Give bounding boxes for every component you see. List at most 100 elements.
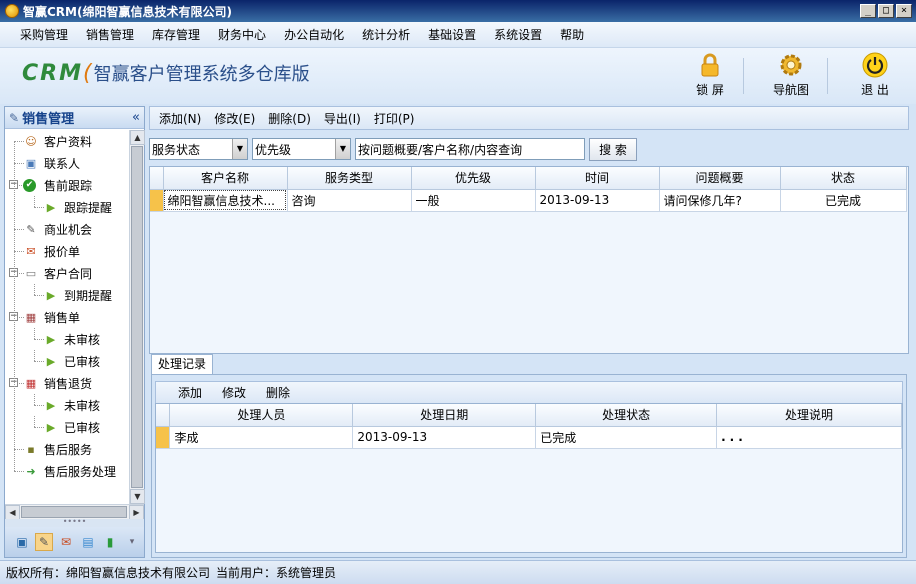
minimize-button[interactable]: _ [860, 4, 876, 18]
edit-record-button[interactable]: 修改 [222, 384, 246, 401]
menu-purchase[interactable]: 采购管理 [11, 26, 77, 43]
service-status-value: 服务状态 [152, 142, 201, 157]
maximize-button[interactable]: □ [878, 4, 894, 18]
scroll-right-arrow-icon[interactable]: ▶ [129, 505, 144, 520]
priority-select[interactable]: 优先级 ▼ [252, 138, 351, 160]
sidebar-item[interactable]: ➜ 售后服务处理 [5, 460, 129, 482]
column-header[interactable]: 处理日期 [352, 404, 537, 427]
search-input[interactable] [355, 138, 585, 160]
column-header[interactable]: 处理状态 [535, 404, 718, 427]
sidebar-item[interactable]: ▶ 已审核 [5, 416, 129, 438]
records-table: 处理人员 处理日期 处理状态 处理说明 李成 2013-09-13 已完成 ..… [155, 403, 903, 553]
contact-icon: ▣ [25, 156, 37, 170]
sidebar-item[interactable]: ▶ 已审核 [5, 350, 129, 372]
handle-date-cell[interactable]: 2013-09-13 [352, 426, 537, 449]
navigation-map-button[interactable]: 导航图 [761, 52, 821, 98]
export-button[interactable]: 导出(I) [324, 110, 361, 127]
scroll-down-arrow-icon[interactable]: ▼ [130, 489, 145, 504]
scroll-thumb[interactable] [131, 146, 143, 488]
sidebar-item[interactable]: − ▦ 销售退货 [5, 372, 129, 394]
pen-icon: ✎ [26, 222, 36, 236]
sidebar-vertical-scrollbar[interactable]: ▲ ▼ [129, 130, 145, 504]
issue-summary-cell[interactable]: 请问保修几年? [659, 189, 781, 212]
card-icon[interactable]: ▤ [79, 533, 97, 551]
chevron-down-icon[interactable]: ▼ [335, 139, 350, 159]
sidebar-item[interactable]: ✎ 商业机会 [5, 218, 129, 240]
menu-help[interactable]: 帮助 [551, 26, 593, 43]
edit-button[interactable]: 修改(E) [214, 110, 255, 127]
priority-cell[interactable]: 一般 [411, 189, 536, 212]
sidebar-item[interactable]: − ✔ 售前跟踪 [5, 174, 129, 196]
sidebar-item[interactable]: ▶ 未审核 [5, 394, 129, 416]
calendar-icon: ▦ [25, 310, 37, 324]
records-toolbar: 添加 修改 删除 [155, 381, 903, 403]
toolbar-divider [743, 58, 744, 94]
close-button[interactable]: × [896, 4, 912, 18]
sidebar-item[interactable]: ▪ 售后服务 [5, 438, 129, 460]
chart-icon[interactable]: ▮ [101, 533, 119, 551]
customer-name-cell[interactable]: 绵阳智赢信息技术... [163, 189, 288, 212]
sidebar-item-label: 未审核 [64, 332, 101, 347]
window-title: 智赢CRM(绵阳智赢信息技术有限公司) [23, 4, 232, 19]
scroll-left-arrow-icon[interactable]: ◀ [5, 505, 20, 520]
panel-resize-grip[interactable]: ••••• [5, 518, 144, 527]
column-header[interactable]: 处理人员 [169, 404, 354, 427]
monitor-icon[interactable]: ▣ [13, 533, 31, 551]
sidebar-item[interactable]: ✉ 报价单 [5, 240, 129, 262]
menu-statistics[interactable]: 统计分析 [353, 26, 419, 43]
sidebar-item[interactable]: ☺ 客户资料 [5, 130, 129, 152]
sidebar-item[interactable]: ▶ 未审核 [5, 328, 129, 350]
more-chevron-icon[interactable]: ▾ [123, 533, 141, 551]
menu-system-settings[interactable]: 系统设置 [485, 26, 551, 43]
pen-icon[interactable]: ✎ [35, 533, 53, 551]
sidebar-item[interactable]: ▣ 联系人 [5, 152, 129, 174]
service-status-select[interactable]: 服务状态 ▼ [149, 138, 248, 160]
current-user-text: 当前用户：系统管理员 [216, 566, 337, 580]
column-header[interactable]: 问题概要 [659, 167, 781, 190]
column-header[interactable]: 优先级 [411, 167, 536, 190]
sidebar-item[interactable]: − ▭ 客户合同 [5, 262, 129, 284]
scroll-up-arrow-icon[interactable]: ▲ [130, 130, 145, 145]
collapse-sidebar-button[interactable]: « [132, 110, 140, 125]
table-row[interactable]: 李成 2013-09-13 已完成 ... [156, 426, 902, 449]
sidebar-item-label: 销售退货 [44, 376, 93, 391]
column-header[interactable]: 状态 [780, 167, 907, 190]
add-record-button[interactable]: 添加 [178, 384, 202, 401]
handle-description-cell[interactable]: ... [716, 426, 902, 449]
exit-button[interactable]: 退 出 [845, 52, 905, 98]
delete-button[interactable]: 删除(D) [268, 110, 311, 127]
sidebar-item-label: 联系人 [44, 156, 81, 171]
service-type-cell[interactable]: 咨询 [287, 189, 412, 212]
menu-office[interactable]: 办公自动化 [275, 26, 353, 43]
search-button[interactable]: 搜 索 [589, 137, 637, 161]
sidebar-item[interactable]: − ▦ 销售单 [5, 306, 129, 328]
menu-inventory[interactable]: 库存管理 [143, 26, 209, 43]
tab-processing-records[interactable]: 处理记录 [151, 354, 214, 374]
logo-crm-text: CRM [22, 60, 83, 86]
handle-status-cell[interactable]: 已完成 [535, 426, 718, 449]
handler-cell[interactable]: 李成 [169, 426, 354, 449]
add-button[interactable]: 添加(N) [159, 110, 201, 127]
menu-basic-settings[interactable]: 基础设置 [419, 26, 485, 43]
quote-icon: ✉ [26, 244, 36, 258]
column-header[interactable]: 客户名称 [163, 167, 288, 190]
sidebar-item[interactable]: ▶ 跟踪提醒 [5, 196, 129, 218]
column-header[interactable]: 服务类型 [287, 167, 412, 190]
menu-finance[interactable]: 财务中心 [209, 26, 275, 43]
status-cell[interactable]: 已完成 [780, 189, 907, 212]
sidebar-item-label: 未审核 [64, 398, 101, 413]
quote-icon[interactable]: ✉ [57, 533, 75, 551]
sidebar-item-label: 已审核 [64, 354, 101, 369]
chevron-down-icon[interactable]: ▼ [232, 139, 247, 159]
filter-bar: 服务状态 ▼ 优先级 ▼ 搜 索 [149, 136, 637, 162]
delete-record-button[interactable]: 删除 [266, 384, 290, 401]
table-row[interactable]: 绵阳智赢信息技术... 咨询 一般 2013-09-13 请问保修几年? 已完成 [150, 189, 907, 212]
menu-sales[interactable]: 销售管理 [77, 26, 143, 43]
service-toolbar: 添加(N) 修改(E) 删除(D) 导出(I) 打印(P) [149, 106, 909, 130]
column-header[interactable]: 处理说明 [716, 404, 902, 427]
column-header[interactable]: 时间 [535, 167, 660, 190]
lock-screen-button[interactable]: 锁 屏 [680, 52, 740, 98]
print-button[interactable]: 打印(P) [374, 110, 415, 127]
time-cell[interactable]: 2013-09-13 [535, 189, 660, 212]
sidebar-item[interactable]: ▶ 到期提醒 [5, 284, 129, 306]
